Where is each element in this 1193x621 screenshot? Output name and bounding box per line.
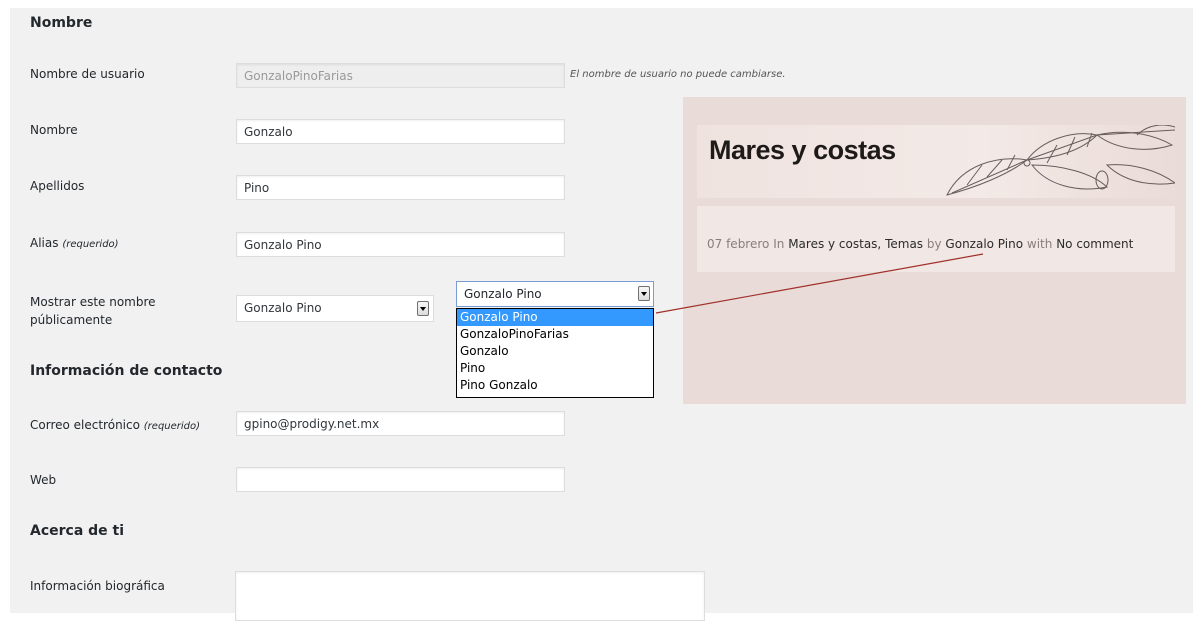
author-link[interactable]: Gonzalo Pino (945, 237, 1023, 251)
post-meta-box: 07 febrero In Mares y costas, Temas by G… (697, 206, 1175, 272)
email-label-text: Correo electrónico (30, 418, 140, 432)
required-marker: (requerido) (62, 239, 119, 250)
comments-link[interactable]: No comment (1056, 237, 1133, 251)
username-description: El nombre de usuario no puede cambiarse. (570, 69, 786, 80)
nickname-label-text: Alias (30, 236, 59, 250)
display-name-select[interactable]: Gonzalo Pino (236, 295, 434, 322)
post-title-banner: Mares y costas (697, 125, 1175, 198)
nickname-input[interactable] (236, 232, 565, 257)
bio-label: Información biográfica (30, 579, 165, 593)
post-title[interactable]: Mares y costas (709, 135, 896, 166)
nickname-label: Alias (requerido) (30, 236, 119, 250)
dropdown-current-value: Gonzalo Pino (464, 287, 542, 301)
chevron-down-icon[interactable] (417, 301, 429, 316)
bio-textarea[interactable] (235, 571, 705, 621)
option-gonzalopinofarias[interactable]: GonzaloPinoFarias (457, 326, 653, 343)
category-link-mares[interactable]: Mares y costas, (788, 237, 881, 251)
display-name-options-list: Gonzalo Pino GonzaloPinoFarias Gonzalo P… (456, 308, 654, 398)
dropdown-arrow-icon[interactable] (638, 286, 650, 301)
display-name-select-value: Gonzalo Pino (244, 301, 322, 315)
section-heading-about: Acerca de ti (30, 523, 125, 539)
post-by-word: by (926, 237, 942, 251)
email-label: Correo electrónico (requerido) (30, 418, 200, 432)
post-date: 07 febrero (707, 237, 770, 251)
required-marker: (requerido) (143, 421, 201, 432)
display-name-label-line1: Mostrar este nombre (30, 295, 156, 309)
web-label: Web (30, 473, 57, 487)
post-in-word: In (773, 237, 785, 251)
first-name-input[interactable] (236, 119, 565, 144)
section-heading-name: Nombre (30, 15, 93, 31)
display-name-dropdown-zoom[interactable]: Gonzalo Pino (456, 281, 654, 307)
section-heading-contact: Información de contacto (30, 363, 223, 379)
category-link-temas[interactable]: Temas (885, 237, 923, 251)
last-name-input[interactable] (236, 175, 565, 200)
username-input (236, 63, 565, 88)
option-gonzalo-pino[interactable]: Gonzalo Pino (457, 309, 653, 326)
last-name-label: Apellidos (30, 179, 85, 193)
option-pino-gonzalo[interactable]: Pino Gonzalo (457, 377, 653, 394)
web-input[interactable] (236, 467, 565, 492)
display-name-label: Mostrar este nombre públicamente (30, 293, 156, 329)
username-label: Nombre de usuario (30, 67, 145, 81)
post-with-word: with (1026, 237, 1053, 251)
option-pino[interactable]: Pino (457, 360, 653, 377)
email-input[interactable] (236, 411, 565, 436)
first-name-label: Nombre (30, 123, 78, 137)
display-name-label-line2: públicamente (30, 313, 113, 327)
post-meta-line: 07 febrero In Mares y costas, Temas by G… (707, 237, 1133, 251)
option-gonzalo[interactable]: Gonzalo (457, 343, 653, 360)
